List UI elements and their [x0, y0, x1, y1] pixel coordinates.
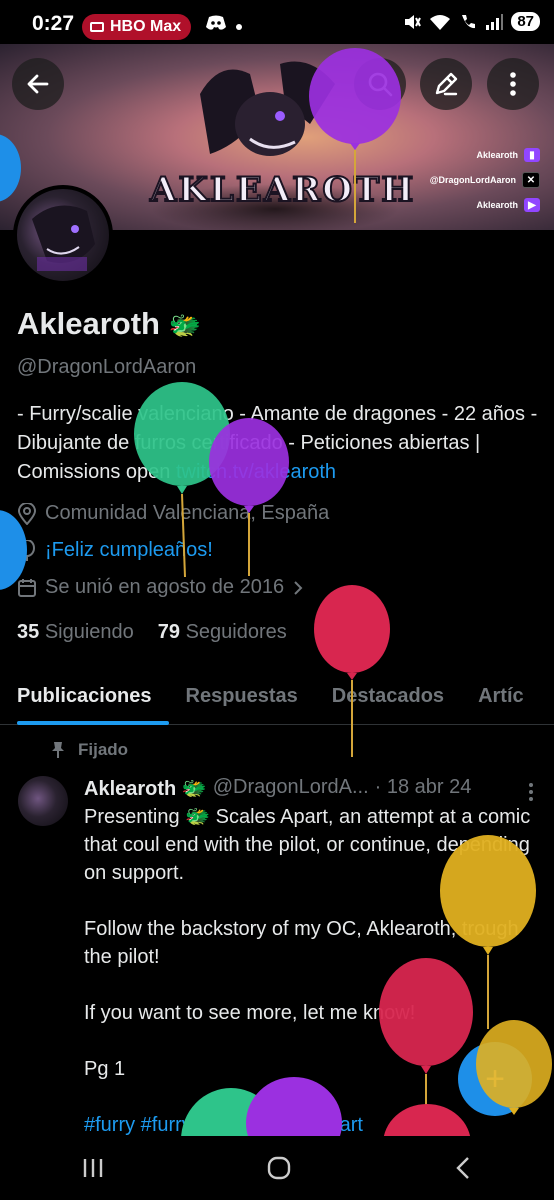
banner-link-label: Aklearoth — [476, 150, 518, 160]
search-button[interactable] — [354, 58, 406, 110]
profile-handle: @DragonLordAaron — [17, 356, 197, 378]
banner-title: AKLEAROTH — [149, 169, 416, 211]
pin-icon — [52, 742, 64, 758]
profile-name: Aklearoth 🐲 — [17, 306, 201, 342]
signal-icon — [486, 13, 504, 30]
location-row: Comunidad Valenciana, España — [17, 502, 329, 525]
discord-icon — [206, 15, 226, 30]
post-paragraph: Presenting 🐲 Scales Apart, an attempt at… — [84, 806, 531, 884]
profile-name-text: Aklearoth — [17, 306, 160, 341]
back-nav-icon[interactable] — [452, 1155, 474, 1181]
search-icon — [368, 72, 393, 97]
birthday-text[interactable]: ¡Feliz cumpleaños! — [45, 539, 213, 562]
banner-link-label: Aklearoth — [476, 200, 518, 210]
profile-tabs: Publicaciones Respuestas Destacados Artí… — [0, 672, 554, 725]
home-icon[interactable] — [266, 1155, 292, 1181]
following-label: Siguiendo — [44, 621, 134, 643]
banner-link-label: @DragonLordAaron — [429, 175, 516, 185]
dragon-emoji: 🐲 — [168, 310, 201, 340]
status-icons: 87 — [403, 12, 540, 31]
tab-respuestas[interactable]: Respuestas — [169, 672, 315, 724]
banner-link-twitch: Aklearoth ▮ — [476, 148, 540, 162]
banner-social-links: Aklearoth ▮ @DragonLordAaron ✕ Aklearoth… — [430, 148, 540, 212]
hbo-max-label: HBO Max — [110, 18, 182, 35]
followers-link[interactable]: 79 Seguidores — [158, 621, 287, 644]
banner-link-youtube: Aklearoth ▶ — [476, 198, 540, 212]
calendar-icon — [18, 578, 36, 597]
post-author-name-text: Aklearoth — [84, 778, 177, 800]
post-author-name[interactable]: Aklearoth 🐲 — [84, 776, 207, 801]
post-date[interactable]: · 18 abr 24 — [375, 776, 472, 801]
post-author-avatar[interactable] — [18, 776, 68, 826]
twitch-icon: ▮ — [524, 148, 540, 162]
followers-label: Seguidores — [185, 621, 287, 643]
post-body[interactable]: Presenting 🐲 Scales Apart, an attempt at… — [84, 803, 544, 1167]
tab-publicaciones[interactable]: Publicaciones — [0, 672, 169, 725]
follow-counts: 35 Siguiendo 79 Seguidores — [17, 621, 287, 644]
post-header: Aklearoth 🐲 @DragonLordA... · 18 abr 24 — [84, 776, 471, 801]
dragon-avatar-art — [32, 205, 95, 271]
x-icon: ✕ — [522, 172, 540, 188]
followers-count: 79 — [157, 621, 181, 643]
chevron-right-icon — [294, 580, 303, 595]
bio-link[interactable]: twitch.tv/aklearoth — [176, 461, 336, 483]
post-paragraph: Follow the backstory of my OC, Aklearoth… — [84, 918, 519, 968]
battery-indicator: 87 — [511, 12, 540, 31]
more-options-button[interactable] — [487, 58, 539, 110]
wifi-icon — [430, 14, 451, 30]
edit-button[interactable] — [420, 58, 472, 110]
balloon-icon — [19, 539, 35, 561]
tab-destacados[interactable]: Destacados — [315, 672, 461, 724]
profile-avatar[interactable] — [13, 185, 113, 285]
pencil-icon — [435, 72, 458, 96]
location-pin-icon — [17, 502, 37, 525]
wifi-calling-icon — [462, 14, 476, 28]
recent-apps-icon[interactable] — [80, 1157, 106, 1179]
vertical-dots-icon — [529, 783, 533, 801]
hbo-max-pill[interactable]: HBO Max — [82, 14, 192, 40]
tv-icon — [90, 22, 104, 32]
dragon-artwork — [200, 61, 335, 156]
status-time: 0:27 — [32, 12, 75, 35]
post-hashtags[interactable]: #furry #furrycomic #scalesapart — [84, 1111, 544, 1139]
profile-bio: - Furry/scalie valenciano - Amante de dr… — [17, 400, 547, 487]
banner-link-x: @DragonLordAaron ✕ — [430, 172, 540, 188]
dragon-emoji: 🐲 — [181, 778, 207, 800]
post-paragraph: If you want to see more, let me know! — [84, 1002, 416, 1024]
birthday-row: ¡Feliz cumpleaños! — [17, 539, 213, 562]
pinned-indicator: Fijado — [50, 740, 128, 760]
status-bar: 0:27 HBO Max 87 — [0, 0, 554, 44]
back-button[interactable] — [12, 58, 64, 110]
arrow-left-icon — [27, 74, 49, 94]
location-text: Comunidad Valenciana, España — [45, 502, 330, 524]
following-count: 35 — [17, 621, 40, 643]
post-author-handle[interactable]: @DragonLordA... — [213, 776, 369, 801]
following-link[interactable]: 35 Siguiendo — [17, 621, 134, 644]
pinned-label: Fijado — [78, 740, 129, 759]
system-navigation-bar — [0, 1136, 554, 1200]
compose-fab-button[interactable]: + — [458, 1042, 532, 1116]
youtube-icon: ▶ — [524, 198, 540, 212]
vertical-dots-icon — [510, 72, 516, 96]
joined-row[interactable]: Se unió en agosto de 2016 — [17, 576, 304, 599]
notification-dot — [236, 24, 242, 30]
mute-icon — [405, 14, 422, 29]
tab-articulos[interactable]: Artíc — [461, 672, 541, 724]
joined-text: Se unió en agosto de 2016 — [45, 576, 285, 598]
